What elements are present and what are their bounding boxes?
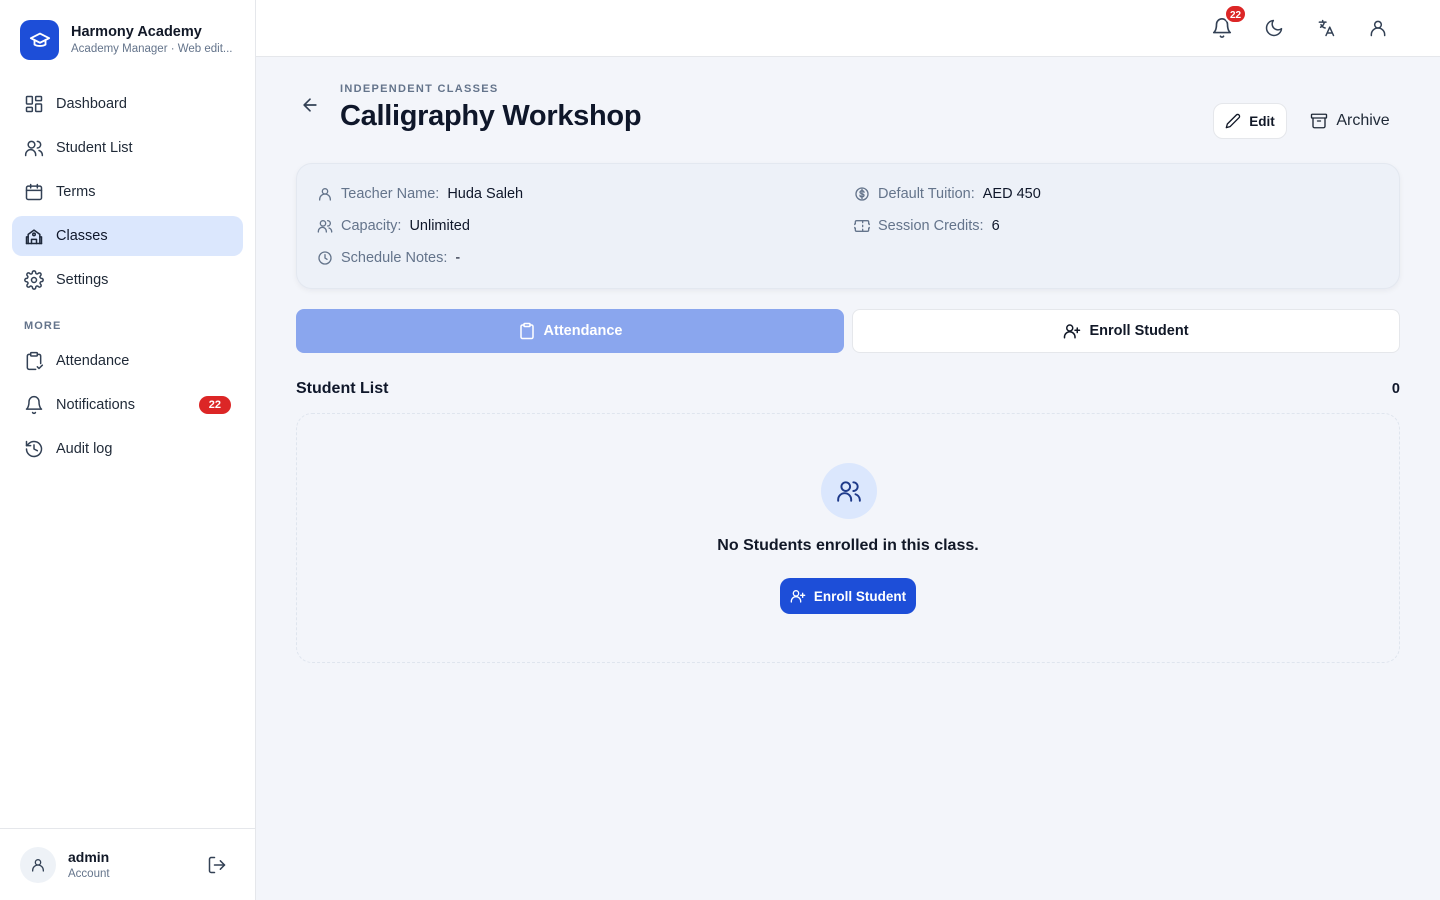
brand-name: Harmony Academy — [71, 24, 202, 40]
language-button[interactable] — [1312, 14, 1340, 42]
edit-label: Edit — [1249, 113, 1275, 129]
capacity-label: Capacity: — [341, 218, 402, 234]
sidebar-item-dashboard[interactable]: Dashboard — [12, 84, 243, 124]
clipboard-icon — [518, 322, 544, 340]
archive-button[interactable]: Archive — [1300, 103, 1400, 139]
school-icon — [24, 226, 44, 246]
edit-button[interactable]: Edit — [1213, 103, 1287, 139]
empty-enroll-student-button[interactable]: Enroll Student — [780, 578, 916, 614]
sidebar-item-student-list[interactable]: Student List — [12, 128, 243, 168]
user-icon — [317, 186, 333, 202]
notification-badge: 22 — [1224, 4, 1248, 24]
empty-state: No Students enrolled in this class. Enro… — [296, 413, 1400, 663]
arrow-left-icon — [300, 95, 320, 115]
notification-count-badge: 22 — [198, 396, 231, 414]
brand[interactable]: Harmony Academy Academy Manager · Web ed… — [20, 20, 236, 60]
gear-icon — [24, 270, 44, 290]
sidebar-item-classes[interactable]: Classes — [12, 216, 243, 256]
user-plus-icon — [790, 588, 814, 604]
enroll-student-label: Enroll Student — [1089, 323, 1189, 339]
graduation-cap-icon — [20, 20, 59, 60]
sidebar-item-label: Settings — [56, 272, 109, 288]
calendar-icon — [24, 182, 44, 202]
attendance-label: Attendance — [543, 323, 623, 339]
users-icon — [317, 218, 333, 234]
sidebar-nav: Dashboard Student List Terms Classes Set… — [12, 84, 243, 473]
sidebar-item-notifications[interactable]: Notifications 22 — [12, 385, 243, 425]
teacher-label: Teacher Name: — [341, 186, 440, 202]
archive-icon — [1310, 112, 1336, 130]
tuition-row: Default Tuition: AED 450 — [854, 186, 1041, 202]
sidebar-item-label: Attendance — [56, 353, 130, 369]
account-role: Account — [68, 867, 110, 880]
history-icon — [24, 439, 44, 459]
sidebar-item-label: Classes — [56, 228, 108, 244]
attendance-button[interactable]: Attendance — [296, 309, 844, 353]
avatar[interactable] — [20, 846, 56, 883]
moon-icon — [1264, 18, 1284, 38]
logout-icon[interactable] — [207, 855, 227, 875]
credits-row: Session Credits: 6 — [854, 218, 1000, 234]
sidebar-item-settings[interactable]: Settings — [12, 260, 243, 300]
user-plus-icon — [1063, 322, 1089, 340]
sidebar-item-label: Notifications — [56, 397, 135, 413]
sidebar: Harmony Academy Academy Manager · Web ed… — [0, 0, 256, 900]
account-panel: admin Account — [0, 828, 255, 900]
schedule-value: - — [455, 250, 461, 266]
schedule-label: Schedule Notes: — [341, 250, 448, 266]
sidebar-item-terms[interactable]: Terms — [12, 172, 243, 212]
sidebar-item-label: Dashboard — [56, 96, 127, 112]
page-title: Calligraphy Workshop — [340, 100, 642, 132]
teacher-value: Huda Saleh — [447, 186, 524, 202]
bell-icon — [24, 395, 44, 415]
empty-state-message: No Students enrolled in this class. — [717, 537, 979, 554]
teacher-row: Teacher Name: Huda Saleh — [317, 186, 523, 202]
sidebar-item-audit-log[interactable]: Audit log — [12, 429, 243, 469]
profile-button[interactable] — [1364, 14, 1392, 42]
pencil-icon — [1225, 113, 1249, 129]
dollar-circle-icon — [854, 186, 870, 202]
credits-value: 6 — [991, 218, 1000, 234]
users-icon — [24, 138, 44, 158]
topbar: 22 — [256, 0, 1440, 57]
brand-subtitle: Academy Manager · Web edit... — [71, 43, 233, 55]
schedule-row: Schedule Notes: - — [317, 250, 460, 266]
sidebar-item-label: Audit log — [56, 441, 113, 457]
empty-enroll-label: Enroll Student — [813, 588, 907, 604]
user-icon — [1368, 18, 1388, 38]
breadcrumb: INDEPENDENT CLASSES — [340, 83, 499, 95]
capacity-value: Unlimited — [409, 218, 470, 234]
capacity-row: Capacity: Unlimited — [317, 218, 470, 234]
dark-mode-toggle[interactable] — [1260, 14, 1288, 42]
dashboard-icon — [24, 94, 44, 114]
class-info-card: Teacher Name: Huda Saleh Capacity: Unlim… — [296, 163, 1400, 289]
student-count: 0 — [1391, 381, 1400, 397]
student-list-title: Student List — [296, 380, 389, 397]
translate-icon — [1316, 18, 1336, 38]
clock-icon — [317, 250, 333, 266]
enroll-student-button[interactable]: Enroll Student — [852, 309, 1400, 353]
sidebar-item-label: Student List — [56, 140, 133, 156]
sidebar-item-attendance[interactable]: Attendance — [12, 341, 243, 381]
account-name: admin — [68, 848, 110, 865]
users-icon — [821, 463, 877, 519]
clipboard-icon — [24, 351, 44, 371]
ticket-icon — [854, 218, 870, 234]
tuition-label: Default Tuition: — [878, 186, 975, 202]
archive-label: Archive — [1336, 112, 1390, 129]
sidebar-section-more: MORE — [24, 320, 62, 332]
sidebar-item-label: Terms — [56, 184, 96, 200]
credits-label: Session Credits: — [878, 218, 984, 234]
tuition-value: AED 450 — [982, 186, 1041, 202]
back-button[interactable] — [300, 95, 320, 115]
notifications-button[interactable]: 22 — [1208, 4, 1248, 42]
